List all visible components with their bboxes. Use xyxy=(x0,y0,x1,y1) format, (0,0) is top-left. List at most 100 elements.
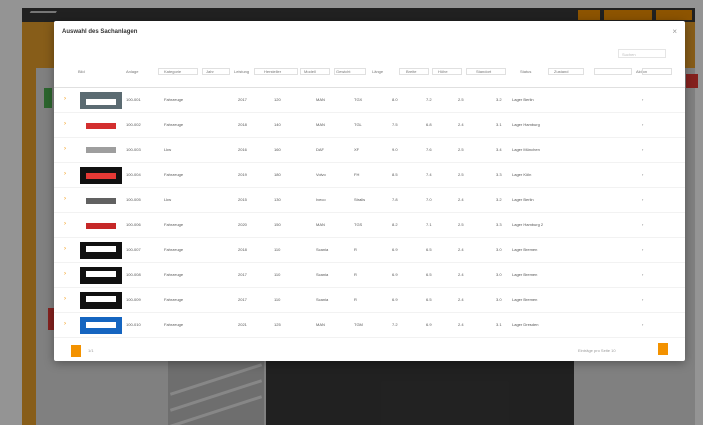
vehicle-image xyxy=(80,117,122,134)
column-filter[interactable] xyxy=(399,68,429,75)
expand-row-icon[interactable]: › xyxy=(64,121,66,127)
cell-c7: 7.8 xyxy=(392,197,398,202)
cell-c10: 3.2 xyxy=(496,197,502,202)
cell-action[interactable]: › xyxy=(642,222,643,227)
cell-c6: R xyxy=(354,272,357,277)
table-row[interactable]: › 100-008 Fahrzeuge 2017 110 Scania R 6.9 6.5 2.4… xyxy=(54,264,685,288)
column-filter[interactable] xyxy=(432,68,462,75)
cell-c9: 2.4 xyxy=(458,322,464,327)
table-row[interactable]: › 100-003 Lkw 2016 160 DAF XF 9.0 7.6 2.5 3.4 Lager… xyxy=(54,139,685,163)
cell-c10: 3.1 xyxy=(496,122,502,127)
column-filter[interactable] xyxy=(202,68,230,75)
cell-c3: 2021 xyxy=(238,322,247,327)
next-page-button[interactable] xyxy=(658,343,668,355)
column-filter[interactable] xyxy=(466,68,506,75)
page-size-label: Einträge pro Seite 10 xyxy=(578,348,616,353)
column-filter[interactable] xyxy=(254,68,298,75)
column-filter[interactable] xyxy=(300,68,330,75)
expand-row-icon[interactable]: › xyxy=(64,321,66,327)
cell-c5: MAN xyxy=(316,122,325,127)
cell-c6: Stralis xyxy=(354,197,366,202)
table-row[interactable]: › 100-007 Fahrzeuge 2018 110 Scania R 6.9 6.5 2.4… xyxy=(54,239,685,263)
column-filter[interactable] xyxy=(334,68,366,75)
vehicle-image xyxy=(80,217,122,234)
cell-c7: 9.0 xyxy=(392,147,398,152)
expand-row-icon[interactable]: › xyxy=(64,221,66,227)
cell-category: Fahrzeuge xyxy=(164,272,184,277)
asset-selection-modal: Auswahl des Sachanlagen × Suchen Bild An… xyxy=(54,21,685,361)
cell-c5: DAF xyxy=(316,147,324,152)
column-filter[interactable] xyxy=(548,68,584,75)
vehicle-image xyxy=(80,292,122,309)
column-filter[interactable] xyxy=(594,68,632,75)
cell-id: 100-007 xyxy=(126,247,141,252)
cell-action[interactable]: › xyxy=(642,172,643,177)
cell-c10: 3.0 xyxy=(496,297,502,302)
cell-c9: 2.4 xyxy=(458,247,464,252)
cell-category: Lkw xyxy=(164,197,172,202)
expand-row-icon[interactable]: › xyxy=(64,146,66,152)
prev-page-button[interactable] xyxy=(71,345,81,357)
cell-category: Fahrzeuge xyxy=(164,222,184,227)
cell-c3: 2018 xyxy=(238,247,247,252)
table-row[interactable]: › 100-005 Lkw 2015 130 Iveco Stralis 7.8 7.0 2.4 3… xyxy=(54,189,685,213)
cell-location: Lager Bremen xyxy=(512,272,538,277)
cell-c3: 2019 xyxy=(238,172,247,177)
column-header[interactable]: Länge xyxy=(372,69,383,74)
cell-location: Lager Berlin xyxy=(512,97,534,102)
table-row[interactable]: › 100-006 Fahrzeuge 2020 150 MAN TGS 8.2 7.1 2.5 3… xyxy=(54,214,685,238)
expand-row-icon[interactable]: › xyxy=(64,271,66,277)
cell-location: Lager Hamburg 2 xyxy=(512,222,544,227)
vehicle-image xyxy=(80,267,122,284)
column-header[interactable]: Anlage xyxy=(126,69,138,74)
vehicle-image xyxy=(80,242,122,259)
cell-c7: 8.5 xyxy=(392,172,398,177)
expand-row-icon[interactable]: › xyxy=(64,246,66,252)
cell-location: Lager München xyxy=(512,147,540,152)
cell-c8: 7.6 xyxy=(426,147,432,152)
cell-id: 100-004 xyxy=(126,172,141,177)
cell-c6: R xyxy=(354,297,357,302)
cell-id: 100-003 xyxy=(126,147,141,152)
cell-c7: 8.2 xyxy=(392,222,398,227)
cell-c5: Scania xyxy=(316,297,329,302)
cell-c7: 6.9 xyxy=(392,272,398,277)
table-row[interactable]: › 100-009 Fahrzeuge 2017 110 Scania R 6.9 6.5 2.4… xyxy=(54,289,685,313)
cell-action[interactable]: › xyxy=(642,147,643,152)
column-header[interactable]: Status xyxy=(520,69,531,74)
close-icon[interactable]: × xyxy=(672,27,677,36)
expand-row-icon[interactable]: › xyxy=(64,96,66,102)
expand-row-icon[interactable]: › xyxy=(64,171,66,177)
cell-action[interactable]: › xyxy=(642,97,643,102)
table-row[interactable]: › 100-001 Fahrzeuge 2017 120 MAN TGX 8.0 7.2 2.5 3… xyxy=(54,89,685,113)
cell-action[interactable]: › xyxy=(642,122,643,127)
cell-c3: 2016 xyxy=(238,147,247,152)
modal-title: Auswahl des Sachanlagen xyxy=(62,29,138,35)
cell-c3: 2020 xyxy=(238,222,247,227)
table-row[interactable]: › 100-004 Fahrzeuge 2019 180 Volvo FH 8.5 7.4 2.5… xyxy=(54,164,685,188)
column-filter[interactable] xyxy=(642,68,672,75)
cell-action[interactable]: › xyxy=(642,322,643,327)
table-row[interactable]: › 100-002 Fahrzeuge 2018 140 MAN TGL 7.5 6.8 2.4 3… xyxy=(54,114,685,138)
cell-id: 100-009 xyxy=(126,297,141,302)
cell-c4: 160 xyxy=(274,147,281,152)
column-header[interactable]: Bild xyxy=(78,69,85,74)
cell-category: Fahrzeuge xyxy=(164,247,184,252)
cell-c5: MAN xyxy=(316,322,325,327)
cell-category: Fahrzeuge xyxy=(164,97,184,102)
cell-action[interactable]: › xyxy=(642,297,643,302)
cell-c4: 140 xyxy=(274,122,281,127)
column-filter[interactable] xyxy=(158,68,198,75)
cell-location: Lager Hamburg xyxy=(512,122,540,127)
cell-c9: 2.5 xyxy=(458,97,464,102)
vehicle-image xyxy=(80,142,122,159)
cell-action[interactable]: › xyxy=(642,272,643,277)
cell-c3: 2018 xyxy=(238,122,247,127)
table-row[interactable]: › 100-010 Fahrzeuge 2021 125 MAN TGM 7.2 6.9 2.4 3… xyxy=(54,314,685,338)
column-header[interactable]: Leistung xyxy=(234,69,249,74)
cell-action[interactable]: › xyxy=(642,247,643,252)
cell-action[interactable]: › xyxy=(642,197,643,202)
search-input[interactable]: Suchen xyxy=(618,49,666,58)
expand-row-icon[interactable]: › xyxy=(64,296,66,302)
expand-row-icon[interactable]: › xyxy=(64,196,66,202)
